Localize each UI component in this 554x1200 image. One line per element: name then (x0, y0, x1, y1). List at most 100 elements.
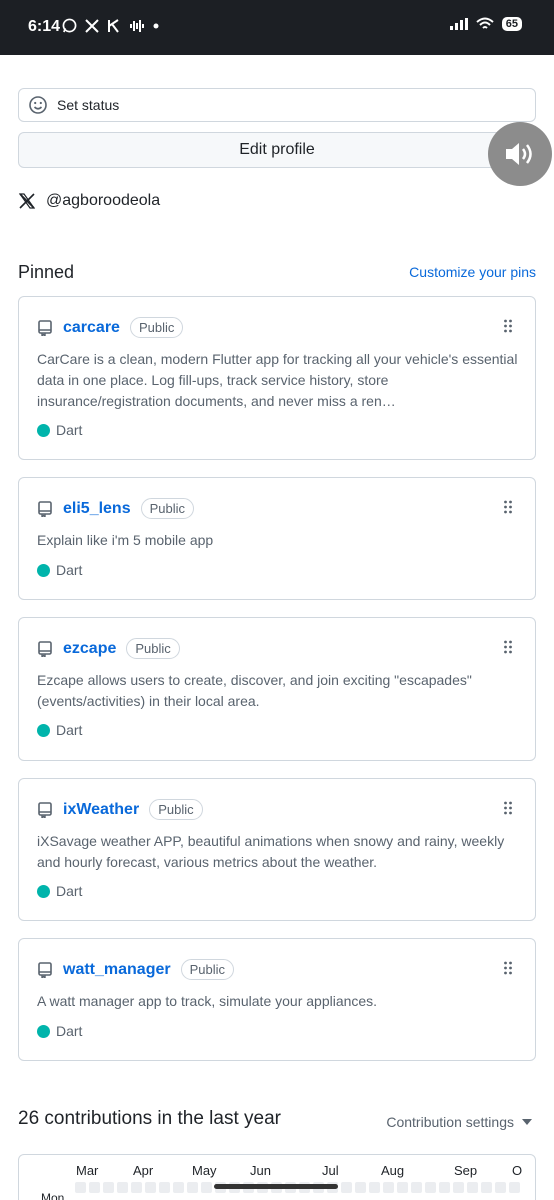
month-label: Apr (133, 1163, 154, 1178)
repo-icon (38, 801, 52, 818)
drag-handle-icon[interactable] (503, 801, 513, 815)
repo-name-link[interactable]: ezcape (63, 640, 116, 658)
visibility-badge: Public (149, 799, 203, 820)
contribution-settings-dropdown[interactable]: Contribution settings (386, 1114, 532, 1130)
language-label: Dart (56, 722, 83, 738)
repo-description: CarCare is a clean, modern Flutter app f… (37, 351, 518, 409)
contribution-cell (411, 1182, 422, 1193)
status-bar: 6:14 65 (0, 0, 554, 55)
contribution-graph: Mar Apr May Jun Jul Aug Sep O Mon (18, 1154, 536, 1200)
drag-handle-icon[interactable] (503, 640, 513, 654)
month-label: Jul (322, 1163, 339, 1178)
contribution-cell (103, 1182, 114, 1193)
day-label: Mon (41, 1191, 65, 1200)
contribution-cell (495, 1182, 506, 1193)
volume-overlay-button[interactable] (488, 122, 552, 186)
contribution-cell (481, 1182, 492, 1193)
edit-profile-label: Edit profile (239, 141, 315, 158)
k-app-icon (108, 18, 119, 33)
repo-name-link[interactable]: ixWeather (63, 801, 139, 819)
contribution-cell (117, 1182, 128, 1193)
customize-pins-link[interactable]: Customize your pins (409, 264, 536, 280)
set-status-label: Set status (57, 97, 120, 113)
wifi-icon (476, 17, 494, 29)
drag-handle-icon[interactable] (503, 319, 513, 333)
contribution-cell (341, 1182, 352, 1193)
repo-language: Dart (37, 1023, 82, 1039)
contribution-cell (509, 1182, 520, 1193)
language-color-dot (37, 423, 50, 437)
contribution-cell (467, 1182, 478, 1193)
drag-handle-icon[interactable] (503, 961, 513, 975)
social-account[interactable]: @agboroodeola (18, 192, 160, 210)
audio-wave-icon (130, 19, 144, 32)
repo-name-link[interactable]: carcare (63, 319, 120, 337)
status-time: 6:14 (28, 18, 61, 35)
contribution-settings-label: Contribution settings (386, 1114, 514, 1130)
pinned-repo-card[interactable]: ezcape Public Ezcape allows users to cre… (18, 617, 536, 761)
repo-language: Dart (37, 722, 82, 738)
contribution-cell (173, 1182, 184, 1193)
system-icons: 65 (449, 17, 522, 31)
repo-icon (38, 640, 52, 657)
dot-icon (153, 23, 159, 28)
language-color-dot (37, 563, 50, 577)
whatsapp-icon (62, 18, 77, 33)
x-logo-icon (18, 193, 36, 209)
visibility-badge: Public (129, 317, 184, 338)
language-label: Dart (56, 1023, 83, 1039)
social-handle: @agboroodeola (46, 192, 161, 209)
x-icon (85, 18, 99, 33)
repo-name-link[interactable]: watt_manager (63, 961, 171, 979)
contribution-cell (369, 1182, 380, 1193)
visibility-badge: Public (126, 638, 180, 659)
pinned-repo-card[interactable]: carcare Public CarCare is a clean, moder… (18, 296, 536, 460)
battery-indicator: 65 (501, 17, 522, 31)
repo-description: Ezcape allows users to create, discover,… (37, 672, 472, 709)
repo-header: eli5_lens Public (37, 498, 195, 519)
repo-header: watt_manager Public (37, 959, 235, 980)
repo-icon (38, 319, 52, 336)
language-color-dot (37, 1024, 50, 1038)
repo-description: iXSavage weather APP, beautiful animatio… (37, 833, 505, 870)
language-color-dot (37, 884, 50, 898)
contribution-cell (383, 1182, 394, 1193)
smiley-icon (29, 96, 47, 114)
repo-header: ezcape Public (37, 638, 180, 659)
repo-language: Dart (37, 883, 82, 899)
pinned-repo-card[interactable]: watt_manager Public A watt manager app t… (18, 938, 536, 1061)
speaker-icon (506, 143, 532, 165)
home-indicator[interactable] (214, 1184, 338, 1189)
edit-profile-button[interactable]: Edit profile (18, 132, 536, 168)
repo-description: A watt manager app to track, simulate yo… (37, 993, 378, 1009)
pinned-repo-card[interactable]: eli5_lens Public Explain like i'm 5 mobi… (18, 477, 536, 600)
month-label: Sep (454, 1163, 478, 1178)
notification-icons (62, 18, 159, 33)
repo-language: Dart (37, 562, 82, 578)
language-label: Dart (56, 422, 83, 438)
contribution-cell (439, 1182, 450, 1193)
set-status-button[interactable]: Set status (18, 88, 536, 122)
contribution-cell (201, 1182, 212, 1193)
repo-header: ixWeather Public (37, 799, 203, 820)
contribution-cell (159, 1182, 170, 1193)
language-label: Dart (56, 883, 83, 899)
contribution-cell (355, 1182, 366, 1193)
repo-name-link[interactable]: eli5_lens (63, 500, 131, 518)
repo-icon (38, 961, 52, 978)
language-label: Dart (56, 562, 83, 578)
repo-header: carcare Public (37, 317, 184, 338)
repo-language: Dart (37, 422, 82, 438)
month-label: Aug (381, 1163, 405, 1178)
month-labels: Mar Apr May Jun Jul Aug Sep O (76, 1163, 535, 1179)
contribution-cell (397, 1182, 408, 1193)
month-label: May (192, 1163, 217, 1178)
contribution-cell (425, 1182, 436, 1193)
pinned-repo-card[interactable]: ixWeather Public iXSavage weather APP, b… (18, 778, 536, 921)
contribution-cell (75, 1182, 86, 1193)
contribution-cell (145, 1182, 156, 1193)
drag-handle-icon[interactable] (503, 500, 513, 514)
visibility-badge: Public (140, 498, 195, 519)
contributions-heading: 26 contributions in the last year (18, 1108, 281, 1129)
contribution-cell (453, 1182, 464, 1193)
